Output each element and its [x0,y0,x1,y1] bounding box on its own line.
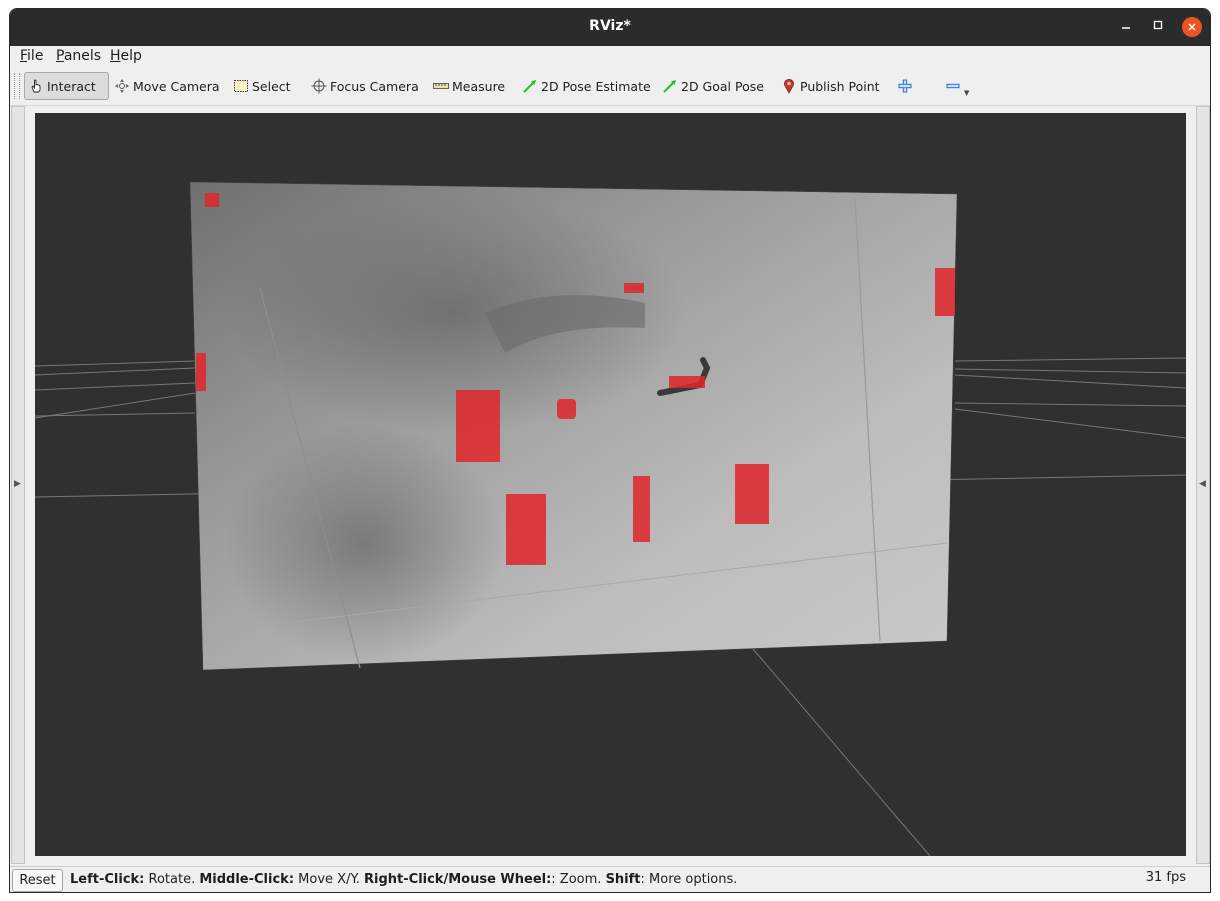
marker [506,494,546,565]
minus-icon [945,78,961,94]
hint-text: Move X/Y. [294,872,365,887]
status-bar: Reset Left-Click: Rotate. Middle-Click: … [10,866,1210,892]
render-viewport[interactable] [35,113,1186,856]
tool-select[interactable]: Select [230,72,294,100]
tool-label: 2D Pose Estimate [541,78,651,94]
reset-button[interactable]: Reset [12,869,63,892]
close-icon[interactable] [1182,17,1202,37]
focus-crosshair-icon [311,78,327,94]
maximize-icon[interactable] [1148,17,1168,37]
tool-bar: Interact Move Camera Select Focus Camera [10,67,1210,106]
marker [456,390,500,462]
marker [669,376,705,388]
green-arrow-icon [522,78,538,94]
tool-label: Measure [452,78,506,94]
title-bar[interactable]: RViz* [10,9,1210,46]
marker [624,283,644,293]
hand-pointer-icon [28,78,44,94]
ruler-icon [433,78,449,94]
marker [205,193,219,207]
map-pin-icon [781,78,797,94]
marker [633,476,650,542]
chevron-right-icon: ▶ [14,479,21,489]
tool-publish-point[interactable]: Publish Point [778,72,883,100]
tool-label: 2D Goal Pose [681,78,764,94]
tool-2d-pose-estimate[interactable]: 2D Pose Estimate [519,72,654,100]
tool-focus-camera[interactable]: Focus Camera [308,72,422,100]
menu-file[interactable]: File [20,48,43,64]
hint-text: : More options. [640,872,738,887]
marker [935,268,955,316]
fps-counter: 31 fps [1145,870,1186,885]
toolbar-grip[interactable] [14,73,20,99]
menu-panels[interactable]: Panels [56,48,101,64]
occupancy-map [189,181,958,671]
green-arrow-icon [662,78,678,94]
marker [735,464,769,524]
tool-2d-goal-pose[interactable]: 2D Goal Pose [659,72,767,100]
tool-label: Publish Point [800,78,880,94]
marker [557,399,576,419]
hint-text: Rotate. [144,872,200,887]
tool-interact[interactable]: Interact [24,72,109,100]
remove-tool-button[interactable]: ▼ [942,72,972,100]
mouse-hint: Left-Click: Rotate. Middle-Click: Move X… [70,872,737,887]
menu-bar: File Panels Help [10,46,1210,67]
hint-key: Shift [605,872,641,887]
tool-move-camera[interactable]: Move Camera [111,72,223,100]
tool-measure[interactable]: Measure [430,72,508,100]
tool-label: Focus Camera [330,78,419,94]
rviz-window: RViz* File Panels Help Interact Move Cam… [9,8,1211,893]
chevron-down-icon: ▼ [964,89,970,97]
left-dock-handle[interactable]: ▶ [11,106,25,864]
hint-text: : Zoom. [551,872,606,887]
hint-key: Right-Click/Mouse Wheel: [364,872,552,887]
3d-scene [35,181,1186,856]
select-box-icon [233,78,249,94]
hint-key: Middle-Click: [199,872,295,887]
right-dock-handle[interactable]: ◀ [1196,106,1210,864]
add-tool-button[interactable] [894,72,919,100]
marker [196,353,206,391]
move-camera-icon [114,78,130,94]
tool-label: Move Camera [133,78,220,94]
hint-key: Left-Click: [70,872,145,887]
minimize-icon[interactable] [1116,17,1136,37]
chevron-left-icon: ◀ [1199,479,1206,489]
plus-icon [897,78,913,94]
tool-label: Interact [47,78,96,94]
tool-label: Select [252,78,291,94]
menu-help[interactable]: Help [110,48,142,64]
window-title: RViz* [589,18,631,34]
